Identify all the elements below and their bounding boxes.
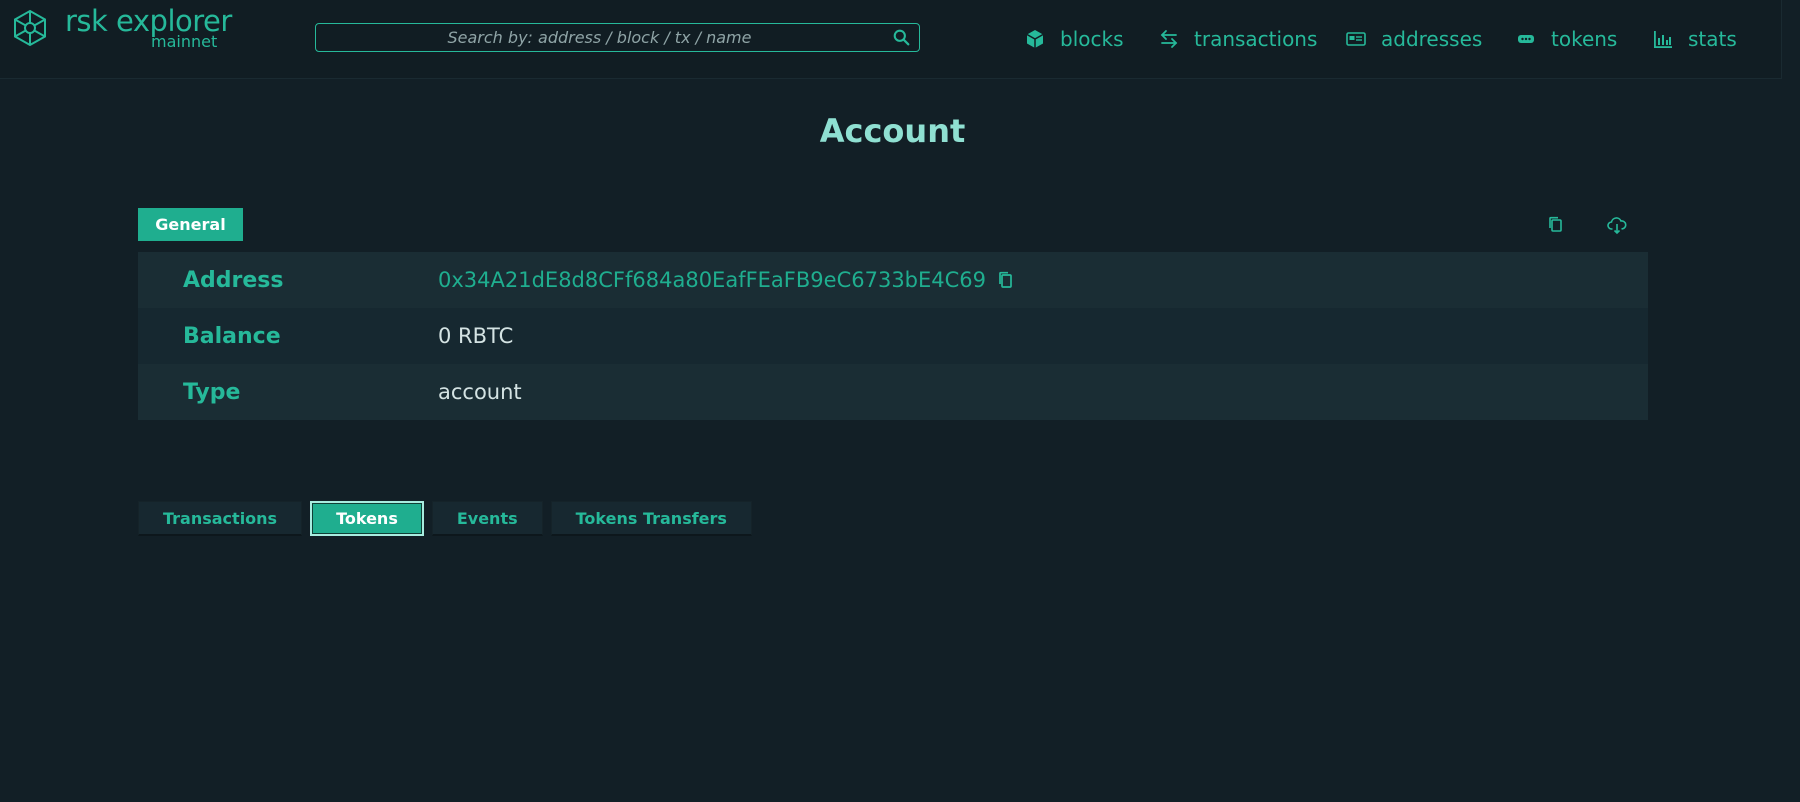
copy-address-icon[interactable] bbox=[996, 270, 1016, 290]
account-tabs: Transactions Tokens Events Tokens Transf… bbox=[138, 501, 752, 536]
cube-icon bbox=[1026, 30, 1044, 48]
nav-tokens[interactable]: tokens bbox=[1515, 24, 1617, 54]
detail-value: account bbox=[438, 380, 522, 404]
account-details: Address 0x34A21dE8d8CFf684a80EafFEaFB9eC… bbox=[138, 252, 1648, 420]
arrows-exchange-icon bbox=[1160, 30, 1178, 48]
search-input[interactable] bbox=[316, 24, 919, 51]
tab-transactions[interactable]: Transactions bbox=[138, 501, 303, 536]
nav-label: tokens bbox=[1551, 27, 1618, 51]
tab-tokens[interactable]: Tokens bbox=[310, 501, 424, 536]
network-label: mainnet bbox=[151, 32, 218, 51]
nav-stats[interactable]: stats bbox=[1652, 24, 1737, 54]
detail-row-address: Address 0x34A21dE8d8CFf684a80EafFEaFB9eC… bbox=[138, 252, 1648, 308]
address-link[interactable]: 0x34A21dE8d8CFf684a80EafFEaFB9eC6733bE4C… bbox=[438, 268, 986, 292]
nav-blocks[interactable]: blocks bbox=[1024, 24, 1124, 54]
tab-tokens-transfers[interactable]: Tokens Transfers bbox=[550, 501, 752, 536]
copy-icon[interactable] bbox=[1546, 215, 1566, 235]
detail-row-balance: Balance 0 RBTC bbox=[138, 308, 1648, 364]
nav-label: stats bbox=[1688, 27, 1737, 51]
cloud-download-icon[interactable] bbox=[1607, 215, 1627, 235]
search-icon[interactable] bbox=[893, 29, 910, 46]
nav-addresses[interactable]: addresses bbox=[1345, 24, 1482, 54]
detail-key: Balance bbox=[183, 323, 281, 349]
detail-value: 0x34A21dE8d8CFf684a80EafFEaFB9eC6733bE4C… bbox=[438, 268, 1016, 292]
nav-label: addresses bbox=[1381, 27, 1483, 51]
id-card-icon bbox=[1346, 32, 1366, 46]
top-header: rsk explorer mainnet blocks transactions bbox=[0, 0, 1782, 79]
nav-label: transactions bbox=[1194, 27, 1318, 51]
detail-key: Type bbox=[183, 379, 241, 405]
detail-value: 0 RBTC bbox=[438, 324, 514, 348]
rsk-logo-icon[interactable] bbox=[10, 8, 50, 48]
token-icon bbox=[1518, 35, 1534, 43]
nav-transactions[interactable]: transactions bbox=[1158, 24, 1317, 54]
detail-row-type: Type account bbox=[138, 364, 1648, 420]
general-tab[interactable]: General bbox=[138, 208, 243, 241]
page-title: Account bbox=[819, 112, 966, 150]
search-box[interactable] bbox=[315, 23, 920, 52]
tab-events[interactable]: Events bbox=[431, 501, 543, 536]
detail-key: Address bbox=[183, 267, 284, 293]
nav-label: blocks bbox=[1060, 27, 1124, 51]
bar-chart-icon bbox=[1654, 31, 1672, 48]
